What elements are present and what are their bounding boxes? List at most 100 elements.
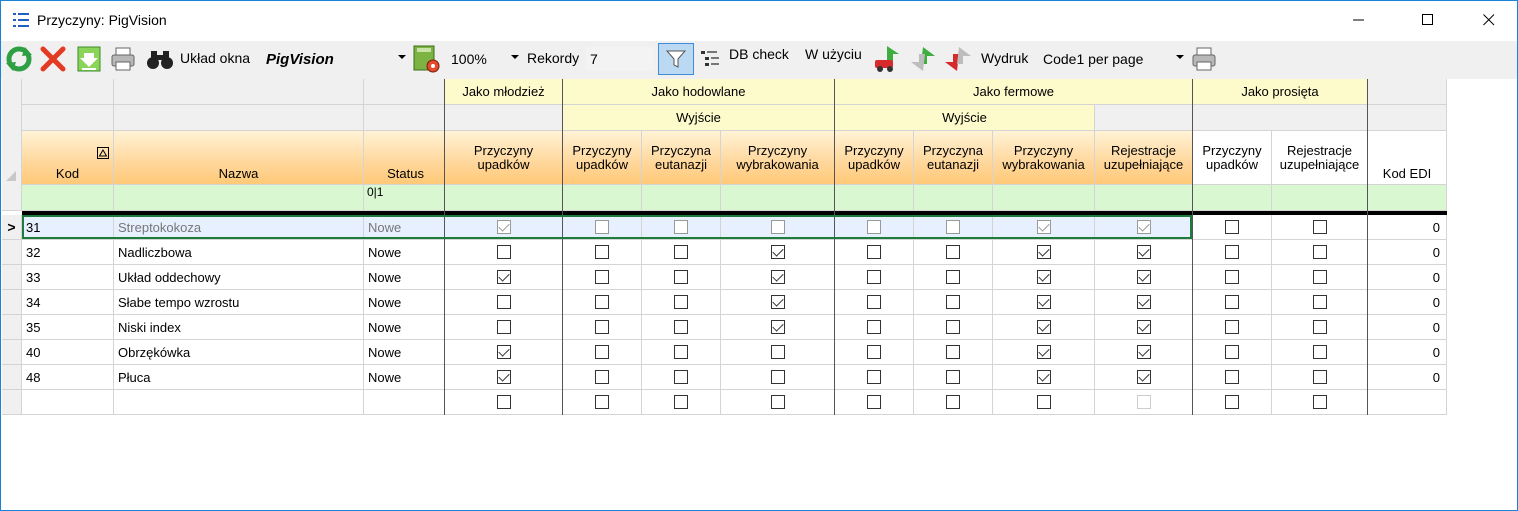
cell-checkbox[interactable] (642, 240, 721, 265)
print-button[interactable] (109, 44, 137, 74)
cell-status[interactable]: Nowe (364, 265, 445, 290)
cell-kod[interactable]: 35 (22, 315, 114, 340)
checkbox-checked[interactable] (496, 345, 511, 359)
filter-toggle-button[interactable] (658, 43, 694, 75)
cell-checkbox[interactable] (993, 340, 1095, 365)
checkbox-checked[interactable] (1036, 370, 1051, 384)
checkbox-unchecked[interactable] (496, 395, 511, 409)
cell-checkbox[interactable] (563, 265, 642, 290)
cell-checkbox[interactable] (1095, 365, 1193, 390)
cell-checkbox[interactable] (642, 340, 721, 365)
cell-checkbox[interactable] (642, 315, 721, 340)
cell-checkbox[interactable] (1095, 390, 1193, 415)
checkbox-unchecked[interactable] (1312, 270, 1327, 284)
checkbox-checked[interactable] (1136, 220, 1151, 234)
checkbox-unchecked[interactable] (1225, 320, 1239, 334)
cell-checkbox[interactable] (1193, 340, 1272, 365)
checkbox-unchecked[interactable] (1312, 245, 1327, 259)
tree-view-button[interactable] (699, 44, 721, 74)
title-bar[interactable]: Przyczyny: PigVision (1, 1, 1517, 39)
cell-checkbox[interactable] (721, 315, 835, 340)
maximize-button[interactable] (1405, 1, 1451, 39)
checkbox-checked[interactable] (1036, 270, 1051, 284)
checkbox-unchecked[interactable] (867, 220, 881, 234)
filter-h-eutanazji[interactable] (642, 185, 721, 211)
search-binoculars-button[interactable] (145, 44, 177, 74)
checkbox-unchecked[interactable] (496, 295, 511, 309)
checkbox-unchecked[interactable] (595, 395, 609, 409)
cell-checkbox[interactable] (993, 265, 1095, 290)
cell-checkbox[interactable] (835, 240, 914, 265)
cell-checkbox[interactable] (1272, 315, 1368, 340)
checkbox-unchecked[interactable] (946, 295, 960, 309)
cell-kod-edi[interactable] (1368, 390, 1447, 415)
checkbox-unchecked[interactable] (595, 370, 609, 384)
checkbox-checked[interactable] (1136, 245, 1151, 259)
checkbox-unchecked[interactable] (674, 245, 688, 259)
checkbox-unchecked[interactable] (867, 370, 881, 384)
cell-checkbox[interactable] (993, 390, 1095, 415)
refresh-button[interactable] (5, 44, 33, 74)
cell-kod[interactable]: 33 (22, 265, 114, 290)
filter-p-rejestracje[interactable] (1272, 185, 1368, 211)
column-header-kod-edi[interactable]: Kod EDI (1368, 131, 1447, 185)
cell-checkbox[interactable] (1095, 290, 1193, 315)
cell-checkbox[interactable] (563, 290, 642, 315)
layout-select[interactable]: PigVision (260, 47, 408, 71)
cell-checkbox[interactable] (1272, 265, 1368, 290)
cell-checkbox[interactable] (1272, 290, 1368, 315)
filter-m-upadkow[interactable] (445, 185, 563, 211)
cell-checkbox[interactable] (993, 240, 1095, 265)
cell-kod-edi[interactable]: 0 (1368, 365, 1447, 390)
checkbox-checked[interactable] (1036, 345, 1051, 359)
cell-checkbox[interactable] (642, 290, 721, 315)
row-header[interactable] (2, 315, 22, 340)
cell-kod[interactable]: 34 (22, 290, 114, 315)
cell-nazwa[interactable]: Obrzękówka (114, 340, 364, 365)
cell-nazwa[interactable]: Układ oddechowy (114, 265, 364, 290)
cell-checkbox[interactable] (1272, 340, 1368, 365)
checkbox-unchecked[interactable] (867, 345, 881, 359)
cell-checkbox[interactable] (914, 215, 993, 240)
cell-checkbox[interactable] (835, 340, 914, 365)
column-header-h-upadkow[interactable]: Przyczyny upadków (563, 131, 642, 185)
cell-checkbox[interactable] (563, 240, 642, 265)
row-header[interactable]: > (2, 215, 22, 240)
cell-checkbox[interactable] (1272, 215, 1368, 240)
cell-checkbox[interactable] (721, 215, 835, 240)
cell-checkbox[interactable] (1193, 365, 1272, 390)
checkbox-unchecked[interactable] (1225, 220, 1239, 234)
in-use-button[interactable]: W użyciu (805, 46, 862, 62)
checkbox-unchecked[interactable] (946, 220, 960, 234)
print-preview-button[interactable] (1190, 44, 1218, 74)
filter-f-eutanazji[interactable] (914, 185, 993, 211)
checkbox-checked[interactable] (770, 245, 785, 259)
checkbox-checked[interactable] (1036, 320, 1051, 334)
row-header[interactable] (2, 265, 22, 290)
cell-checkbox[interactable] (835, 390, 914, 415)
checkbox-unchecked[interactable] (1312, 295, 1327, 309)
column-header-m-upadkow[interactable]: Przyczyny upadków (445, 131, 563, 185)
cell-status[interactable]: Nowe (364, 240, 445, 265)
filter-kod-edi[interactable] (1368, 185, 1447, 211)
cell-checkbox[interactable] (993, 215, 1095, 240)
db-check-button[interactable]: DB check (729, 46, 789, 62)
checkbox-unchecked[interactable] (1225, 295, 1239, 309)
cell-checkbox[interactable] (1193, 215, 1272, 240)
column-header-h-eutanazji[interactable]: Przyczyna eutanazji (642, 131, 721, 185)
checkbox-checked[interactable] (1136, 345, 1151, 359)
cell-checkbox[interactable] (1193, 390, 1272, 415)
cell-status[interactable]: Nowe (364, 365, 445, 390)
column-header-f-upadkow[interactable]: Przyczyny upadków (835, 131, 914, 185)
checkbox-unchecked[interactable] (674, 345, 688, 359)
cell-status[interactable]: Nowe (364, 215, 445, 240)
cell-checkbox[interactable] (1095, 315, 1193, 340)
checkbox-unchecked[interactable] (674, 220, 688, 234)
cell-checkbox[interactable] (914, 315, 993, 340)
cell-checkbox[interactable] (1272, 390, 1368, 415)
checkbox-unchecked[interactable] (595, 295, 609, 309)
cell-checkbox[interactable] (914, 390, 993, 415)
cell-checkbox[interactable] (835, 315, 914, 340)
column-header-p-rejestracje[interactable]: Rejestracje uzupełniające (1272, 131, 1368, 185)
cell-checkbox[interactable] (642, 390, 721, 415)
